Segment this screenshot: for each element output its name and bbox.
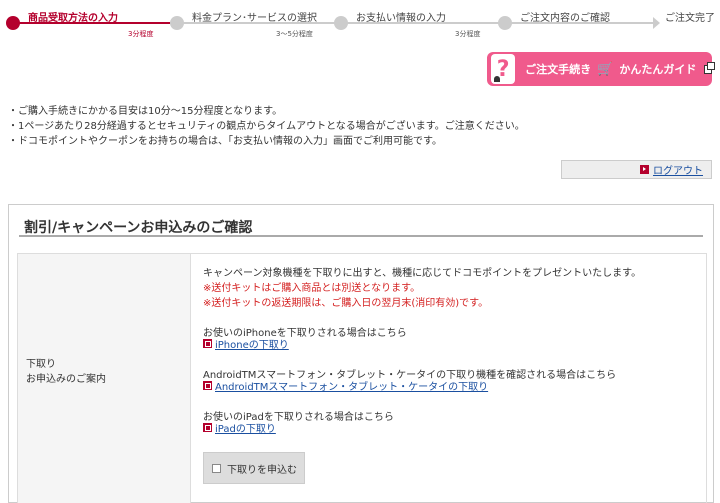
panel-title: 割引/キャンペーンお申込みのご確認 <box>24 220 253 236</box>
logout-button[interactable]: ログアウト <box>561 160 712 179</box>
step-time-1: 3分程度 <box>128 30 154 38</box>
row-header-label: 下取り お申込みのご案内 <box>26 357 106 387</box>
title-divider <box>19 235 703 237</box>
logout-label: ログアウト <box>653 166 703 177</box>
apply-trade-in-label: 下取りを申込む <box>227 464 297 476</box>
row-header-line: お申込みのご案内 <box>26 374 106 385</box>
row-content-cell: キャンペーン対象機種を下取りに出すと、機種に応じてドコモポイントをプレゼントいた… <box>192 254 706 503</box>
step-label-5: ご注文完了 <box>665 13 715 24</box>
external-window-icon <box>704 61 715 74</box>
ipad-trade-in-link[interactable]: iPadの下取り <box>215 420 276 435</box>
trade-in-table: 下取り お申込みのご案内 キャンペーン対象機種を下取りに出すと、機種に応じてドコ… <box>17 253 707 503</box>
step-dot-2 <box>170 16 184 30</box>
link-icon <box>203 381 212 390</box>
guide-label-easy: かんたんガイド <box>619 63 697 76</box>
android-trade-in-link[interactable]: AndroidTMスマートフォン・タブレット・ケータイの下取り <box>215 378 488 393</box>
campaign-panel: 割引/キャンペーンお申込みのご確認 下取り お申込みのご案内 キャンペーン対象機… <box>8 204 714 503</box>
step-dot-1 <box>6 16 20 30</box>
notice-item: ・1ページあたり28分経過するとセキュリティの観点からタイムアウトとなる場合がご… <box>8 121 525 132</box>
easy-guide-button[interactable]: ? ご注文手続き 🛒 かんたんガイド <box>487 52 715 86</box>
progress-steps: 商品受取方法の入力 3分程度 料金プラン･サービスの選択 3～5分程度 お支払い… <box>0 0 720 44</box>
notice-item: ・ドコモポイントやクーポンをお持ちの場合は、「お支払い情報の入力」画面でご利用可… <box>8 136 442 147</box>
step-time-3: 3分程度 <box>455 30 481 38</box>
warning-text: ※送付キットの返送期限は、ご購入日の翌月末(消印有効)です。 <box>203 298 489 309</box>
ipad-link-row: iPadの下取り <box>203 420 276 435</box>
row-header-cell: 下取り お申込みのご案内 <box>18 254 191 503</box>
link-icon <box>203 339 212 348</box>
step-label-1: 商品受取方法の入力 <box>28 13 118 24</box>
guide-label-order: ご注文手続き <box>525 63 592 76</box>
step-arrow-5 <box>653 17 660 29</box>
arrow-right-icon <box>640 165 649 174</box>
step-label-4: ご注文内容のご確認 <box>520 13 610 24</box>
step-label-2: 料金プラン･サービスの選択 <box>192 13 317 24</box>
iphone-link-row: iPhoneの下取り <box>203 336 289 351</box>
step-time-2: 3～5分程度 <box>276 30 313 38</box>
iphone-trade-in-link[interactable]: iPhoneの下取り <box>215 336 289 351</box>
question-icon: ? <box>491 54 516 84</box>
step-dot-4 <box>498 16 512 30</box>
step-label-3: お支払い情報の入力 <box>356 13 446 24</box>
warning-text: ※送付キットはご購入商品とは別送となります。 <box>203 283 421 294</box>
cart-icon: 🛒 <box>597 61 614 77</box>
row-header-line: 下取り <box>26 359 56 370</box>
android-link-row: AndroidTMスマートフォン・タブレット・ケータイの下取り <box>203 378 488 393</box>
checkbox[interactable] <box>212 463 221 473</box>
intro-text: キャンペーン対象機種を下取りに出すと、機種に応じてドコモポイントをプレゼントいた… <box>203 268 642 279</box>
notice-list: ・ご購入手続きにかかる目安は10分～15分程度となります。 ・1ページあたり28… <box>8 104 525 149</box>
step-dot-3 <box>334 16 348 30</box>
apply-trade-in-checkbox[interactable]: 下取りを申込む <box>203 452 305 484</box>
notice-item: ・ご購入手続きにかかる目安は10分～15分程度となります。 <box>8 106 283 117</box>
link-icon <box>203 423 212 432</box>
